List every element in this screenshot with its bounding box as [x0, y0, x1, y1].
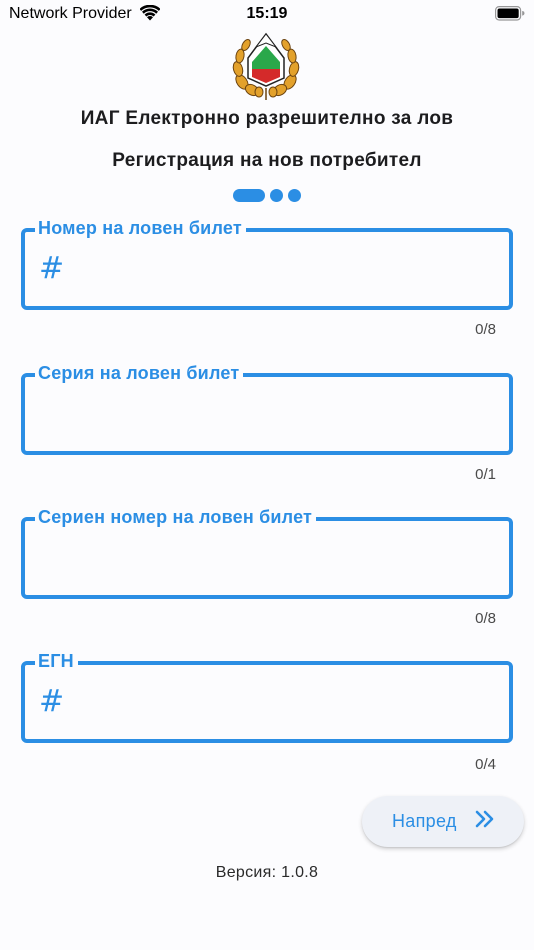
character-counter: 0/1: [475, 466, 496, 483]
page-subtitle: Регистрация на нов потребител: [112, 150, 422, 171]
hunting-ticket-series-field[interactable]: Серия на ловен билет: [21, 362, 513, 455]
step-dot-3: [288, 188, 301, 202]
next-button-label: Напред: [392, 811, 457, 831]
step-dot-2: [270, 188, 283, 202]
next-button[interactable]: Напред: [362, 796, 524, 847]
app-title: ИАГ Електронно разрешително за лов: [80, 108, 454, 129]
status-bar: Network Provider 15:19: [0, 0, 534, 30]
hash-icon: #: [39, 684, 65, 719]
app-logo: [232, 32, 300, 102]
battery-icon: [495, 6, 525, 26]
status-time: 15:19: [246, 5, 288, 22]
hash-icon: #: [39, 251, 65, 286]
hunting-ticket-serial-number-input[interactable]: [39, 521, 495, 595]
character-counter: 0/8: [475, 321, 496, 338]
character-counter: 0/4: [475, 756, 496, 773]
hunting-ticket-number-input[interactable]: #: [39, 232, 495, 306]
egn-field[interactable]: ЕГН #: [21, 650, 513, 743]
app-version: Версия: 1.0.8: [215, 864, 319, 881]
hunting-ticket-number-field[interactable]: Номер на ловен билет #: [21, 217, 513, 310]
step-indicator: [0, 188, 534, 202]
character-counter: 0/8: [475, 610, 496, 627]
double-chevron-right-icon: [475, 810, 495, 833]
hunting-ticket-serial-number-field[interactable]: Сериен номер на ловен билет: [21, 506, 513, 599]
step-dot-1-active: [233, 188, 265, 202]
hunting-ticket-series-input[interactable]: [39, 377, 495, 451]
egn-input[interactable]: #: [39, 665, 495, 739]
